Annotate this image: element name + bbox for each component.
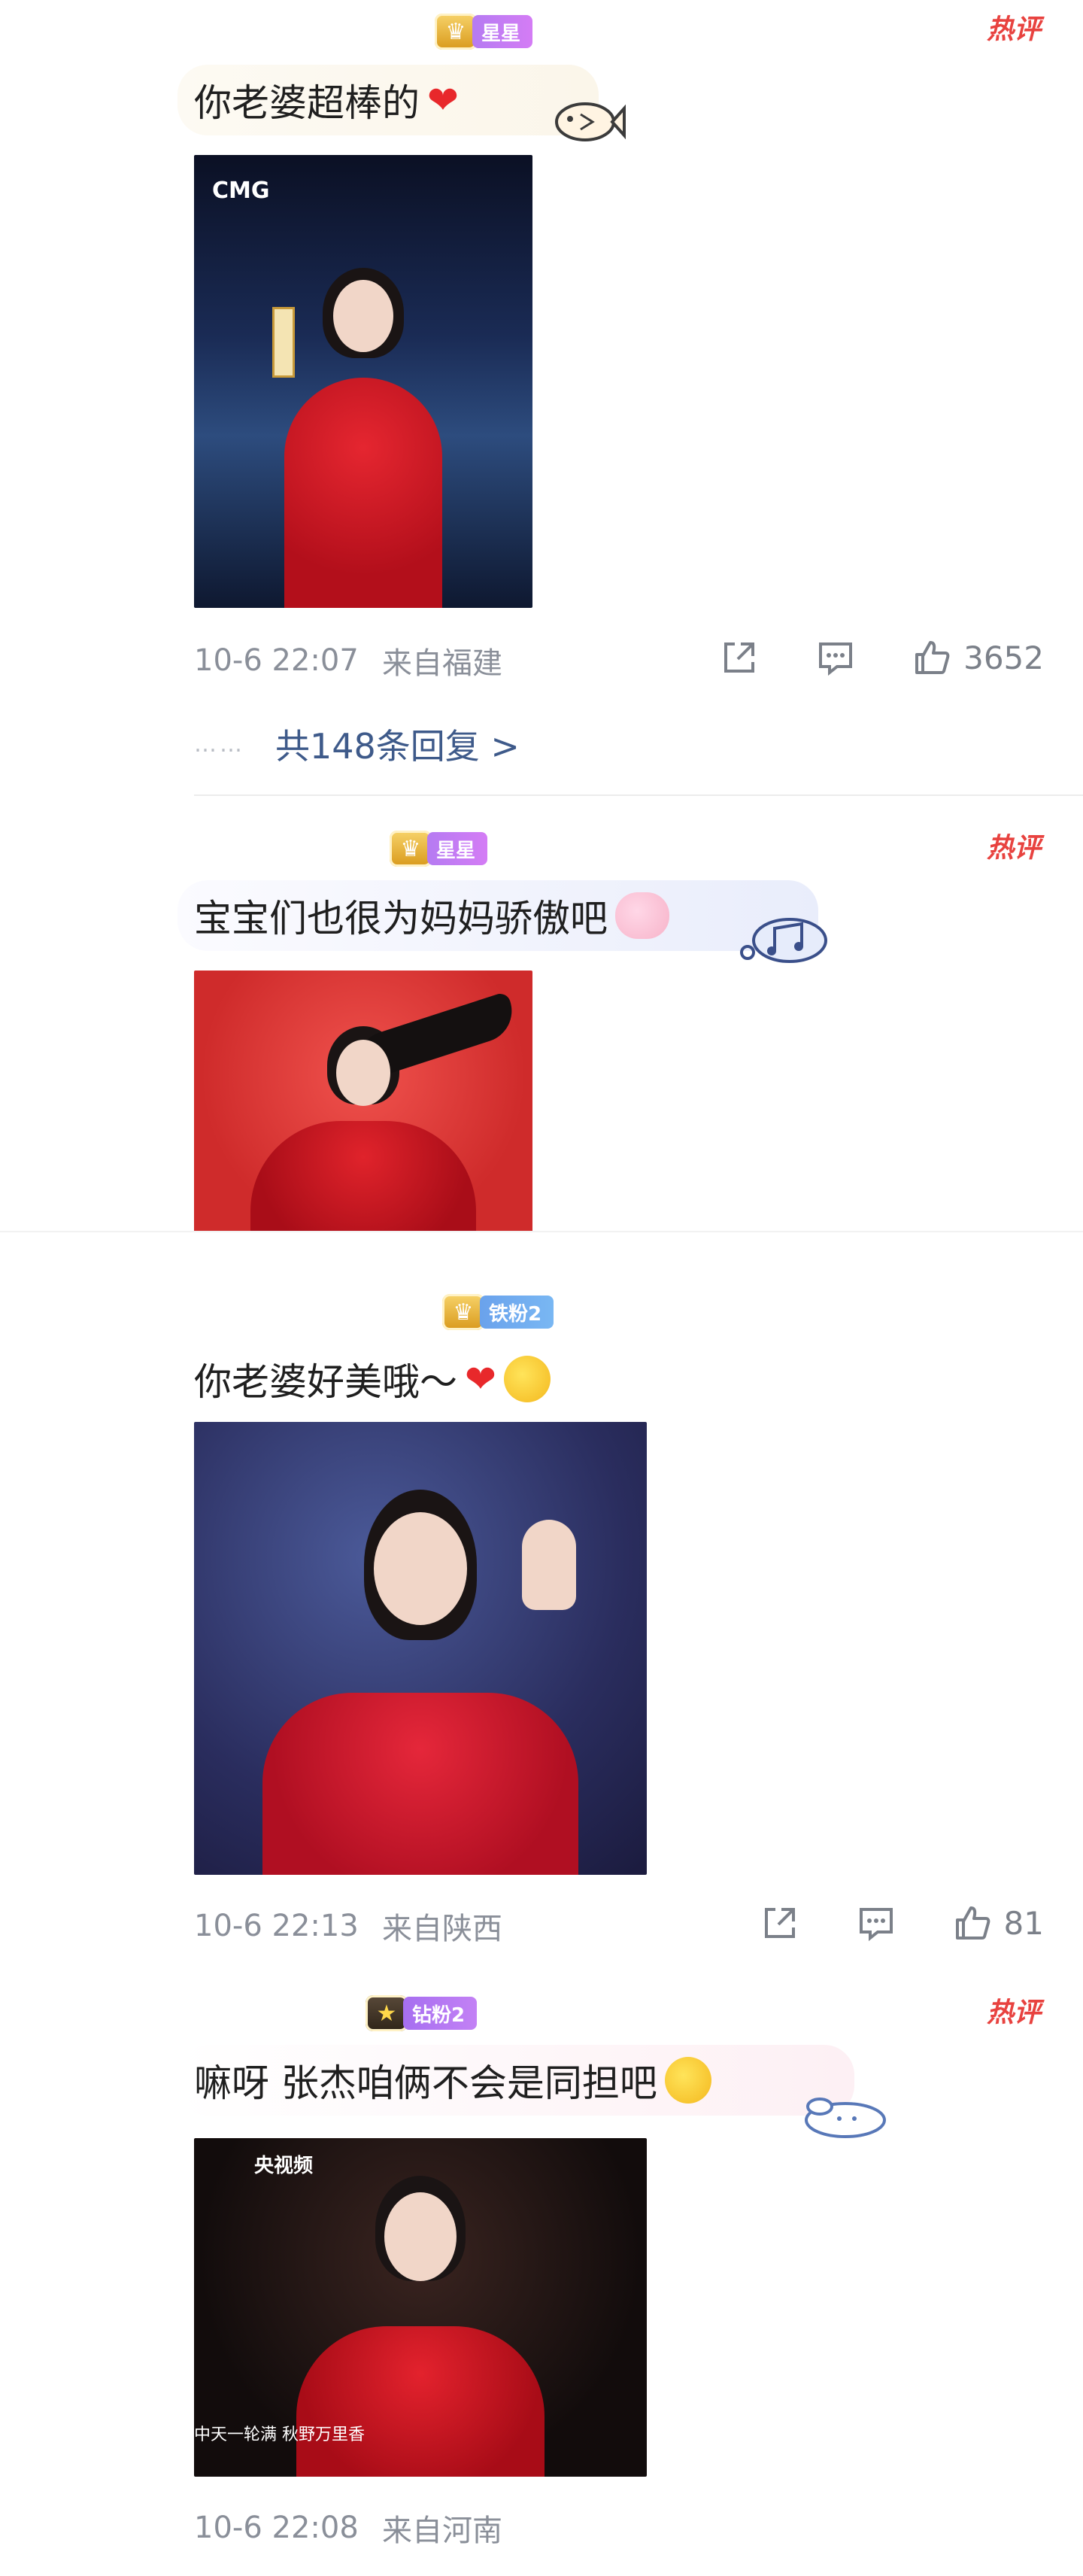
heart-icon: ❤ <box>427 78 459 122</box>
fan-badge: 钻粉2 <box>403 1997 478 2030</box>
comment-3: ♛ 铁粉2 你老婆好美哦～ ❤ 10-6 22:13 来自陕西 81 <box>0 1234 1083 1956</box>
name-sign <box>272 307 295 378</box>
cmg-logo: CMG <box>212 178 270 204</box>
comment-4: ★ 钻粉2 热评 嘛呀 张杰咱俩不会是同担吧 央视频 中天一轮满 秋野万里香 1… <box>0 1956 1083 2576</box>
like-icon[interactable] <box>911 636 953 679</box>
hug-emoji-icon <box>615 892 669 939</box>
hot-comment-tag: 热评 <box>986 14 1041 45</box>
photo-caption: 中天一轮满 秋野万里香 <box>194 2426 365 2444</box>
comment-icon[interactable] <box>815 636 857 679</box>
fish-decoration-icon <box>555 102 626 141</box>
performer-face <box>336 1040 390 1106</box>
shocked-emoji-icon <box>664 2057 711 2104</box>
divider <box>194 794 1083 796</box>
comment-text[interactable]: 你老婆好美哦～ ❤ <box>177 1344 629 1414</box>
like-icon[interactable] <box>951 1902 994 1944</box>
comment-actions: 81 <box>759 1902 1044 1944</box>
comment-photo[interactable]: 央视频 中天一轮满 秋野万里香 <box>194 2138 647 2477</box>
comment-text[interactable]: 你老婆超棒的 ❤ <box>177 65 599 135</box>
kiss-emoji-icon <box>503 1356 551 1402</box>
crown-icon: ♛ <box>442 1294 484 1330</box>
red-dress <box>262 1693 578 1875</box>
music-notes-decoration-icon <box>740 918 827 963</box>
user-badge-row[interactable]: ★ 钻粉2 <box>366 1995 478 2031</box>
view-replies-link[interactable]: …… 共148条回复 > <box>194 719 520 769</box>
like-count: 3652 <box>963 639 1044 676</box>
performer-face <box>333 280 393 352</box>
crown-icon: ♛ <box>390 831 432 867</box>
comment-actions: 3652 <box>718 636 1044 679</box>
comment-photo[interactable] <box>194 1422 647 1875</box>
red-dress <box>250 1121 476 1232</box>
heart-icon: ❤ <box>465 1357 496 1401</box>
channel-logo: 央视频 <box>254 2155 314 2177</box>
comment-text[interactable]: 嘛呀 张杰咱俩不会是同担吧 <box>177 2045 854 2116</box>
like-count: 81 <box>1003 1904 1044 1942</box>
performer-face <box>374 1512 467 1625</box>
red-dress <box>296 2326 545 2477</box>
user-badge-row[interactable]: ♛ 星星 <box>390 831 488 867</box>
comment-photo[interactable]: CMG <box>194 155 532 608</box>
share-icon[interactable] <box>759 1902 801 1944</box>
fan-badge: 铁粉2 <box>480 1296 554 1329</box>
fan-badge: 星星 <box>472 15 533 48</box>
hot-comment-tag: 热评 <box>986 832 1041 864</box>
comment-1: ♛ 星星 热评 你老婆超棒的 ❤ CMG 10-6 22:07 来自福建 365… <box>0 0 1083 797</box>
divider <box>0 1231 1083 1232</box>
comment-icon[interactable] <box>855 1902 897 1944</box>
star-crown-icon: ★ <box>366 1995 408 2031</box>
user-badge-row[interactable]: ♛ 铁粉2 <box>442 1294 554 1330</box>
comment-text[interactable]: 宝宝们也很为妈妈骄傲吧 <box>177 880 818 951</box>
bunny-decoration-icon <box>805 2098 886 2138</box>
share-icon[interactable] <box>718 636 760 679</box>
crown-icon: ♛ <box>435 14 477 50</box>
comment-2: ♛ 星星 热评 宝宝们也很为妈妈骄傲吧 <box>0 797 1083 1232</box>
comment-meta: 10-6 22:08 来自河南 <box>194 2511 502 2548</box>
hot-comment-tag: 热评 <box>986 1997 1041 2028</box>
comment-photo[interactable] <box>194 971 532 1232</box>
waving-hand <box>522 1520 576 1610</box>
red-dress <box>284 378 442 608</box>
user-badge-row[interactable]: ♛ 星星 <box>435 14 533 50</box>
fan-badge: 星星 <box>427 832 488 865</box>
performer-face <box>384 2192 457 2281</box>
